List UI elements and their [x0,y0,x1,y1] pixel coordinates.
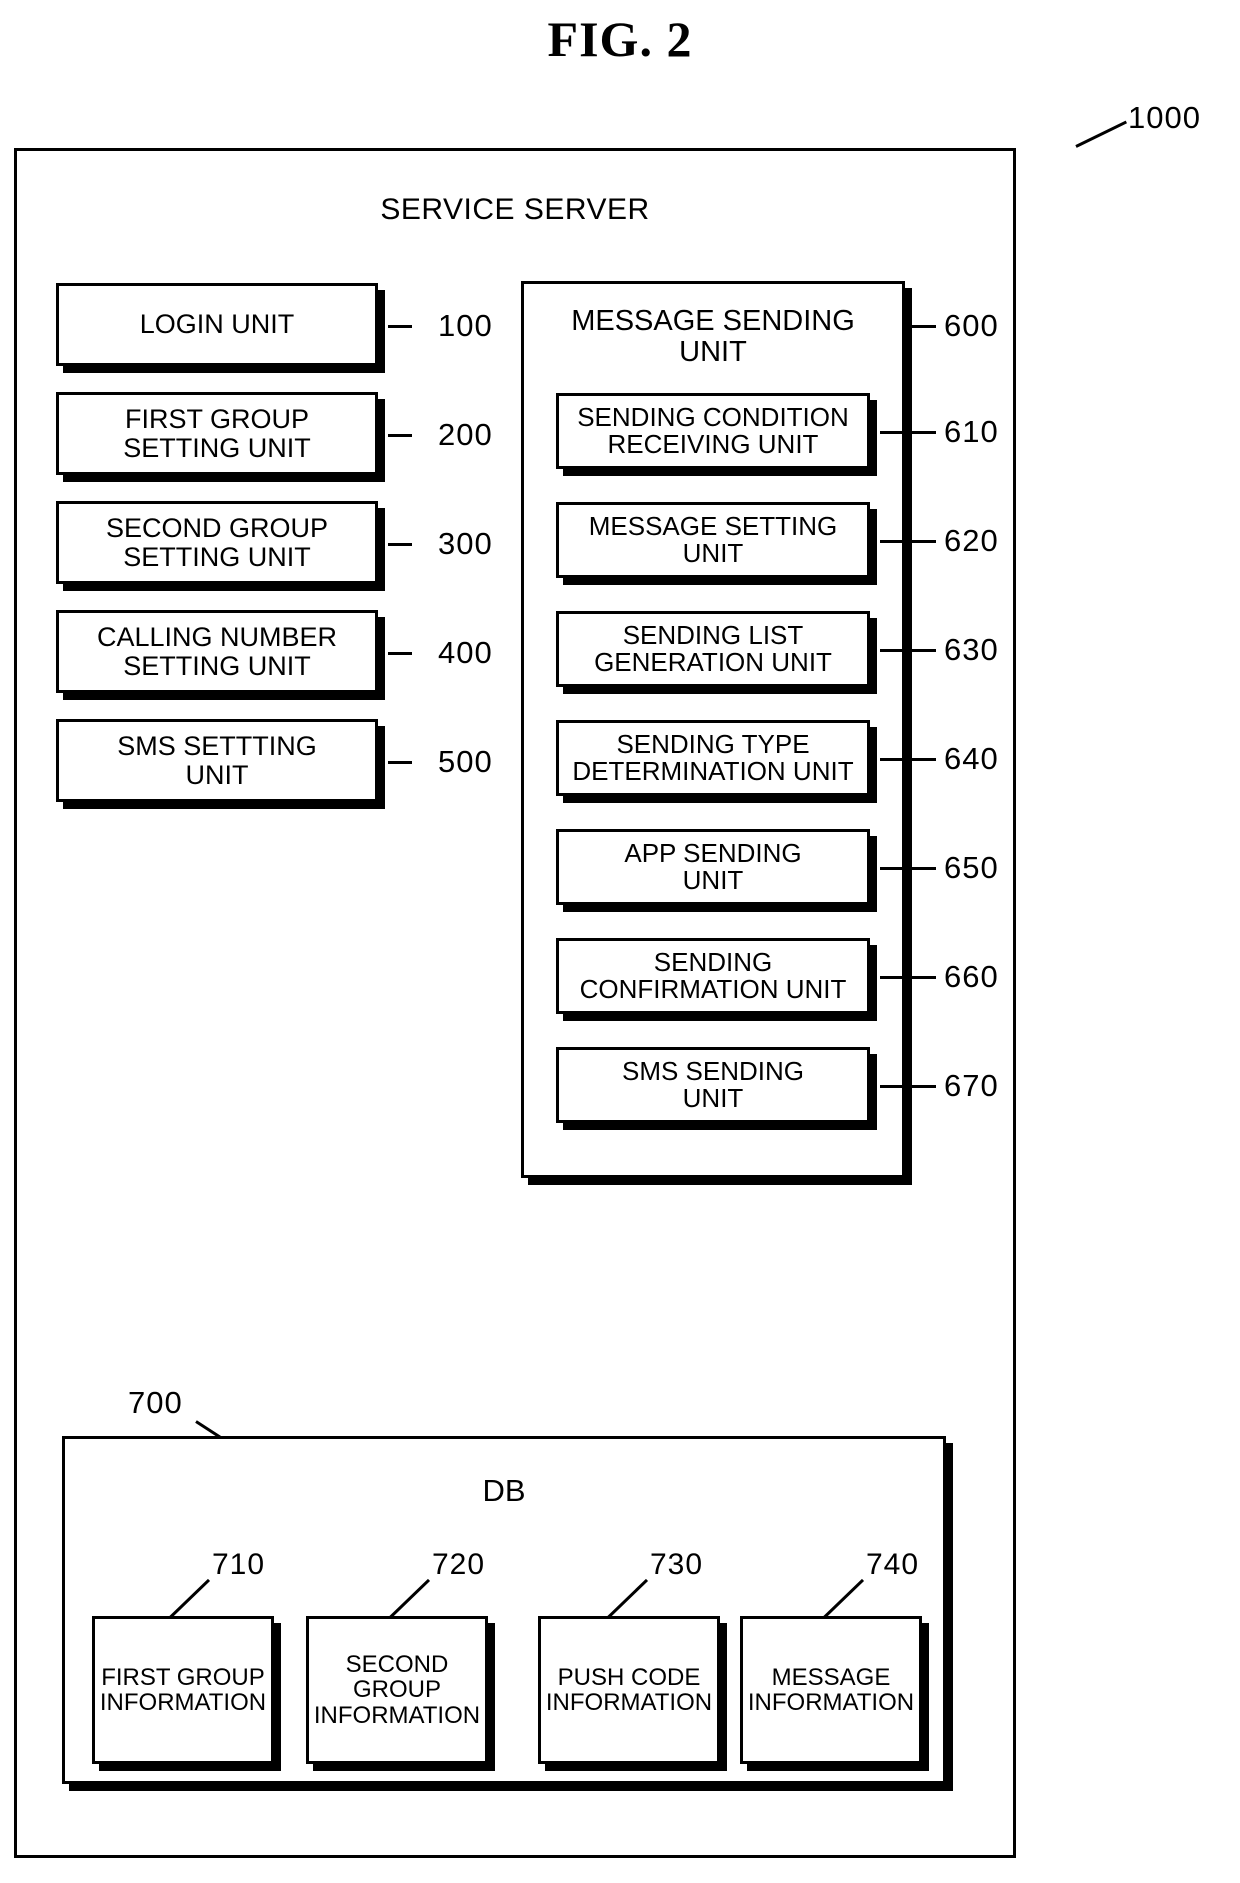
app-sending-unit-tick [880,867,936,870]
first-group-information-box[interactable]: FIRST GROUP INFORMATION [92,1616,274,1764]
figure-title: FIG. 2 [547,11,693,67]
calling-number-setting-unit-tick [388,652,412,655]
second-group-information-ref: 720 [432,1548,486,1581]
sending-condition-receiving-unit-tick [880,431,936,434]
sending-type-determination-unit-ref: 640 [944,741,999,776]
message-sending-unit-tick [912,325,936,328]
first-group-setting-unit-ref: 200 [438,417,493,452]
second-group-setting-unit-ref: 300 [438,526,493,561]
second-group-setting-unit-tick [388,543,412,546]
message-information-ref: 740 [866,1548,920,1581]
message-setting-unit-tick [880,540,936,543]
sms-sending-unit-box[interactable]: SMS SENDING UNIT [556,1047,870,1123]
sending-list-generation-unit-box[interactable]: SENDING LIST GENERATION UNIT [556,611,870,687]
sending-condition-receiving-unit-ref: 610 [944,414,999,449]
message-sending-unit-ref: 600 [944,308,999,343]
outer-frame-leader-line [1075,120,1127,148]
outer-frame-ref-numeral: 1000 [1128,100,1201,135]
push-code-information-box[interactable]: PUSH CODE INFORMATION [538,1616,720,1764]
app-sending-unit-box[interactable]: APP SENDING UNIT [556,829,870,905]
login-unit-ref: 100 [438,308,493,343]
sending-confirmation-unit-ref: 660 [944,959,999,994]
calling-number-setting-unit-ref: 400 [438,635,493,670]
push-code-information-ref: 730 [650,1548,704,1581]
sending-condition-receiving-unit-box[interactable]: SENDING CONDITION RECEIVING UNIT [556,393,870,469]
sms-sending-unit-ref: 670 [944,1068,999,1103]
calling-number-setting-unit-box[interactable]: CALLING NUMBER SETTING UNIT [56,610,378,693]
sms-setting-unit-ref: 500 [438,744,493,779]
sending-list-generation-unit-ref: 630 [944,632,999,667]
sms-sending-unit-tick [880,1085,936,1088]
sending-type-determination-unit-box[interactable]: SENDING TYPE DETERMINATION UNIT [556,720,870,796]
login-unit-tick [388,325,412,328]
service-server-title: SERVICE SERVER [380,193,650,226]
sms-setting-unit-tick [388,761,412,764]
first-group-setting-unit-tick [388,434,412,437]
sending-confirmation-unit-box[interactable]: SENDING CONFIRMATION UNIT [556,938,870,1014]
second-group-setting-unit-box[interactable]: SECOND GROUP SETTING UNIT [56,501,378,584]
sending-list-generation-unit-tick [880,649,936,652]
first-group-information-ref: 710 [212,1548,266,1581]
sending-confirmation-unit-tick [880,976,936,979]
db-title: DB [482,1473,526,1508]
login-unit-box[interactable]: LOGIN UNIT [56,283,378,366]
sms-setting-unit-box[interactable]: SMS SETTTING UNIT [56,719,378,802]
sending-type-determination-unit-tick [880,758,936,761]
message-sending-unit-title: MESSAGE SENDING UNIT [571,305,855,368]
app-sending-unit-ref: 650 [944,850,999,885]
db-ref-numeral: 700 [128,1385,183,1420]
first-group-setting-unit-box[interactable]: FIRST GROUP SETTING UNIT [56,392,378,475]
message-information-box[interactable]: MESSAGE INFORMATION [740,1616,922,1764]
message-setting-unit-box[interactable]: MESSAGE SETTING UNIT [556,502,870,578]
second-group-information-box[interactable]: SECOND GROUP INFORMATION [306,1616,488,1764]
message-setting-unit-ref: 620 [944,523,999,558]
